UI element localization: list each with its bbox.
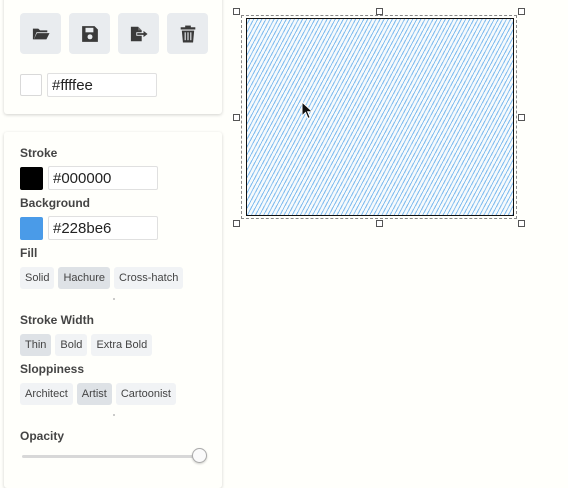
left-panel-area: Stroke Background Fill Solid Hachure Cro…	[0, 0, 224, 488]
trash-icon	[180, 25, 195, 42]
resize-handle-n[interactable]	[376, 8, 383, 15]
stroke-label: Stroke	[20, 146, 58, 160]
resize-handle-se[interactable]	[518, 220, 525, 227]
fill-solid-button[interactable]: Solid	[20, 267, 55, 289]
separator-dot	[113, 298, 115, 300]
sloppiness-cartoonist-button[interactable]: Cartoonist	[115, 383, 176, 405]
fill-options: Solid Hachure Cross-hatch	[20, 267, 184, 289]
background-color-swatch[interactable]	[20, 216, 43, 240]
folder-open-icon	[32, 28, 50, 39]
mouse-pointer-icon	[301, 101, 314, 120]
save-button[interactable]	[69, 13, 110, 54]
fill-label: Fill	[20, 246, 38, 260]
stroke-width-bold-button[interactable]: Bold	[55, 334, 88, 356]
stroke-width-extra-bold-button[interactable]: Extra Bold	[91, 334, 153, 356]
canvas-background-swatch[interactable]	[20, 74, 42, 96]
stroke-color-input[interactable]	[48, 166, 158, 190]
opacity-slider-track[interactable]	[22, 455, 200, 458]
sloppiness-artist-button[interactable]: Artist	[76, 383, 112, 405]
opacity-label: Opacity	[20, 429, 65, 443]
background-color-row	[20, 216, 158, 240]
background-label: Background	[20, 196, 91, 210]
export-button[interactable]	[118, 13, 159, 54]
separator-dot	[113, 414, 115, 416]
opacity-slider-thumb[interactable]	[191, 448, 207, 463]
resize-handle-ne[interactable]	[518, 8, 525, 15]
canvas-background-row	[20, 73, 157, 97]
stroke-width-options: Thin Bold Extra Bold	[20, 334, 153, 356]
stroke-color-row	[20, 166, 158, 190]
resize-handle-s[interactable]	[376, 220, 383, 227]
fill-cross-hatch-button[interactable]: Cross-hatch	[114, 267, 184, 289]
stroke-color-swatch[interactable]	[20, 166, 43, 190]
file-export-icon	[130, 26, 148, 41]
sloppiness-label: Sloppiness	[20, 362, 85, 376]
rectangle-shape[interactable]	[246, 18, 514, 216]
open-button[interactable]	[20, 13, 61, 54]
sloppiness-options: Architect Artist Cartoonist	[20, 383, 176, 405]
stroke-width-label: Stroke Width	[20, 313, 94, 327]
sloppiness-architect-button[interactable]: Architect	[20, 383, 73, 405]
toolbar	[20, 13, 208, 54]
fill-hachure-button[interactable]: Hachure	[58, 267, 111, 289]
stroke-width-thin-button[interactable]: Thin	[20, 334, 52, 356]
actions-panel	[4, 0, 222, 114]
floppy-disk-icon	[81, 25, 98, 42]
resize-handle-e[interactable]	[518, 114, 525, 121]
background-color-input[interactable]	[48, 216, 158, 240]
resize-handle-sw[interactable]	[233, 220, 240, 227]
resize-handle-nw[interactable]	[233, 8, 240, 15]
resize-handle-w[interactable]	[233, 114, 240, 121]
canvas-background-input[interactable]	[47, 73, 157, 97]
clear-canvas-button[interactable]	[167, 13, 208, 54]
